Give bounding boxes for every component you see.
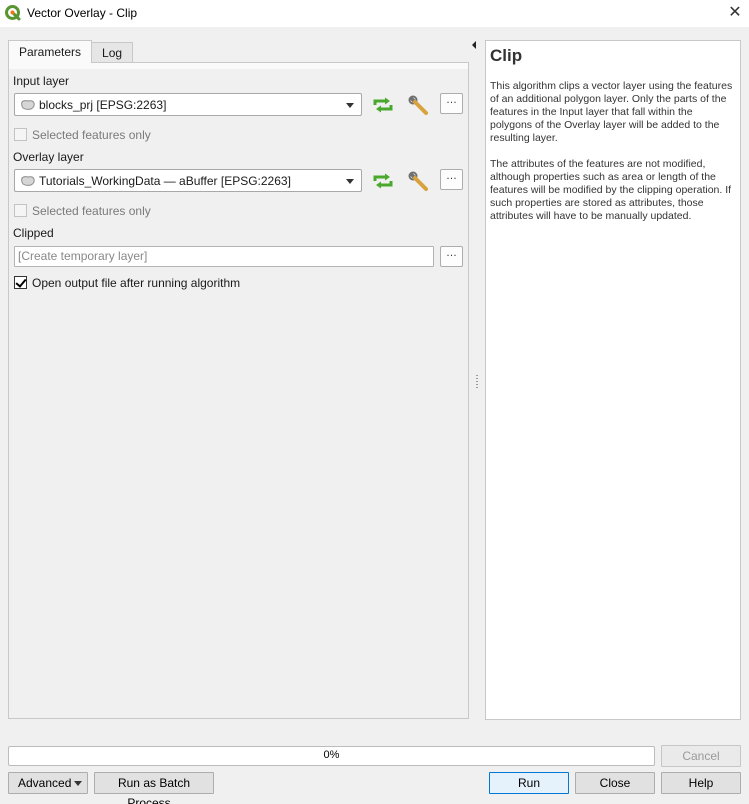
help-paragraph-1: This algorithm clips a vector layer usin… — [490, 80, 733, 144]
close-button[interactable]: Close — [575, 772, 655, 794]
splitter-handle[interactable] — [476, 375, 478, 389]
overlay-layer-combo[interactable]: Tutorials_WorkingData — aBuffer [EPSG:22… — [14, 169, 362, 192]
polygon-layer-icon — [21, 175, 35, 186]
collapse-help-icon[interactable] — [472, 41, 476, 49]
iterate-input-button[interactable] — [371, 93, 395, 117]
title-bar: Vector Overlay - Clip ✕ — [0, 0, 749, 27]
clipped-output-browse-button[interactable]: … — [440, 246, 463, 267]
chevron-down-icon — [74, 781, 82, 786]
overlay-layer-browse-button[interactable]: … — [440, 169, 463, 190]
input-selected-only-label: Selected features only — [32, 128, 151, 142]
wrench-icon — [408, 171, 428, 191]
iterate-icon — [373, 97, 393, 113]
qgis-logo-icon — [5, 5, 21, 21]
run-batch-button[interactable]: Run as Batch Process... — [94, 772, 214, 804]
open-output-checkbox[interactable] — [14, 276, 27, 289]
progress-text: 0% — [323, 749, 340, 761]
input-layer-combo[interactable]: blocks_prj [EPSG:2263] — [14, 93, 362, 116]
input-layer-label: Input layer — [13, 74, 70, 88]
help-paragraph-2: The attributes of the features are not m… — [490, 158, 732, 222]
advanced-button[interactable]: Advanced — [8, 772, 88, 794]
help-title: Clip — [490, 46, 523, 65]
open-output-label: Open output file after running algorithm — [32, 276, 241, 290]
advanced-overlay-options-button[interactable] — [406, 169, 430, 193]
progress-bar: 0% — [8, 746, 655, 766]
chevron-down-icon — [346, 103, 354, 108]
wrench-icon — [408, 95, 428, 115]
close-window-icon[interactable]: ✕ — [727, 3, 743, 23]
run-button[interactable]: Run — [489, 772, 569, 794]
chevron-down-icon — [346, 179, 354, 184]
overlay-selected-only-checkbox[interactable] — [14, 204, 27, 217]
clipped-label: Clipped — [13, 226, 54, 240]
overlay-selected-only-label: Selected features only — [32, 204, 151, 218]
advanced-button-label: Advanced — [18, 776, 72, 790]
iterate-overlay-button[interactable] — [371, 169, 395, 193]
overlay-layer-value: Tutorials_WorkingData — aBuffer [EPSG:22… — [39, 173, 291, 188]
clipped-output-field[interactable]: [Create temporary layer] — [14, 246, 434, 267]
advanced-input-options-button[interactable] — [406, 93, 430, 117]
tab-log[interactable]: Log — [91, 42, 134, 63]
tab-parameters[interactable]: Parameters — [8, 40, 93, 63]
window-title: Vector Overlay - Clip — [27, 6, 138, 20]
polygon-layer-icon — [21, 99, 35, 110]
cancel-button[interactable]: Cancel — [661, 745, 741, 767]
iterate-icon — [373, 173, 393, 189]
help-button[interactable]: Help — [661, 772, 741, 794]
overlay-layer-label: Overlay layer — [13, 150, 84, 164]
input-layer-value: blocks_prj [EPSG:2263] — [39, 97, 167, 112]
input-layer-browse-button[interactable]: … — [440, 93, 463, 114]
help-panel: Clip This algorithm clips a vector layer… — [485, 40, 741, 720]
tab-bar: Parameters Log — [8, 40, 134, 63]
input-selected-only-checkbox[interactable] — [14, 128, 27, 141]
